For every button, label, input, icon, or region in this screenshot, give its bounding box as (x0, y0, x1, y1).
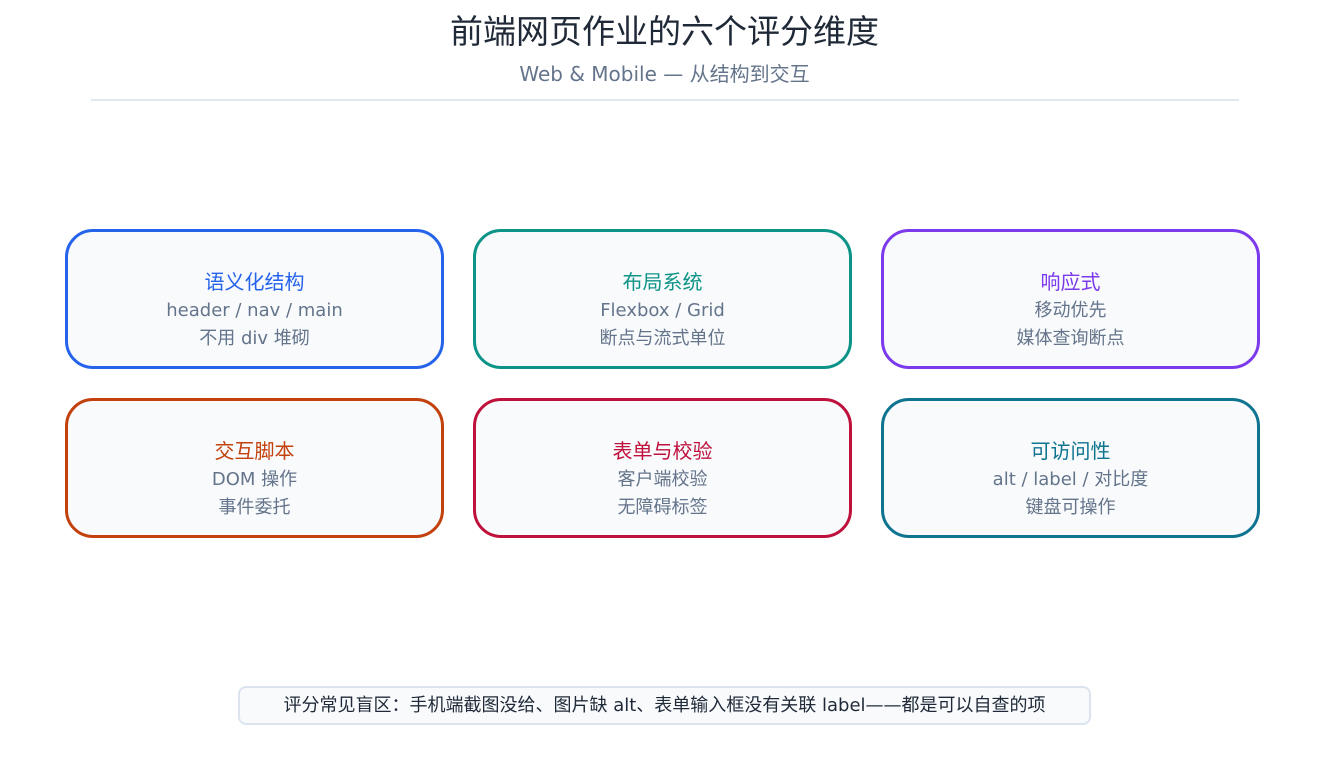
card-detail-line: 键盘可操作 (1025, 497, 1116, 518)
card-responsive: 响应式 移动优先 媒体查询断点 (881, 229, 1260, 369)
card-detail-line: 不用 div 堆砌 (199, 328, 310, 349)
diagram-subtitle: Web & Mobile — 从结构到交互 (519, 62, 810, 86)
card-forms-validation: 表单与校验 客户端校验 无障碍标签 (473, 398, 852, 538)
card-detail-line: 断点与流式单位 (599, 328, 726, 349)
card-title: 交互脚本 (214, 439, 295, 463)
card-layout-system: 布局系统 Flexbox / Grid 断点与流式单位 (473, 229, 852, 369)
card-detail-line: 事件委托 (218, 497, 291, 518)
card-interaction-script: 交互脚本 DOM 操作 事件委托 (65, 398, 444, 538)
card-title: 响应式 (1040, 270, 1101, 294)
card-detail-line: DOM 操作 (211, 469, 298, 490)
card-title: 可访问性 (1030, 439, 1111, 463)
card-detail-line: 移动优先 (1034, 300, 1107, 321)
footer-note: 评分常见盲区：手机端截图没给、图片缺 alt、表单输入框没有关联 label——… (238, 686, 1091, 725)
card-title: 表单与校验 (612, 439, 713, 463)
card-detail-line: alt / label / 对比度 (992, 469, 1149, 490)
diagram-title: 前端网页作业的六个评分维度 (450, 12, 879, 51)
card-detail-line: 客户端校验 (617, 469, 708, 490)
card-accessibility: 可访问性 alt / label / 对比度 键盘可操作 (881, 398, 1260, 538)
card-detail-line: 媒体查询断点 (1016, 328, 1125, 349)
card-semantic-structure: 语义化结构 header / nav / main 不用 div 堆砌 (65, 229, 444, 369)
card-title: 布局系统 (622, 270, 703, 294)
card-detail-line: header / nav / main (166, 300, 343, 321)
card-detail-line: Flexbox / Grid (600, 300, 725, 321)
card-detail-line: 无障碍标签 (617, 497, 708, 518)
card-title: 语义化结构 (204, 270, 305, 294)
header-divider (91, 99, 1239, 101)
